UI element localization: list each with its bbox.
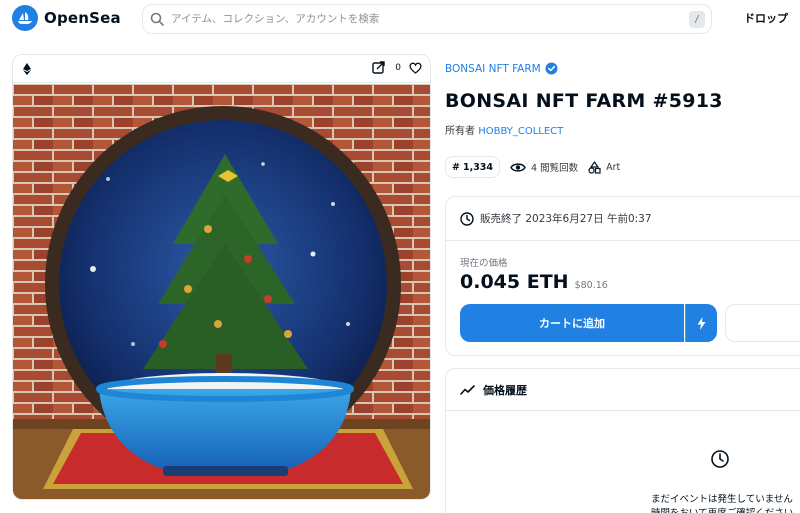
search-shortcut-key: /	[689, 11, 705, 28]
empty-history-text: まだイベントは発生していません	[651, 494, 793, 505]
lightning-icon	[697, 316, 706, 330]
views-stat: 4 閲覧回数	[510, 160, 578, 174]
buy-now-button[interactable]	[685, 304, 717, 342]
owner-row: 所有者 HOBBY_COLLECT	[445, 122, 563, 137]
eye-icon	[510, 162, 526, 172]
collection-name: BONSAI NFT FARM	[445, 62, 541, 75]
top-header: OpenSea / ドロップ	[0, 0, 800, 40]
owner-link[interactable]: HOBBY_COLLECT	[478, 126, 563, 137]
hash-icon: #	[452, 161, 460, 173]
sale-end-row: 販売終了 2023年6月27日 午前0:37	[446, 197, 800, 241]
search-bar[interactable]: /	[142, 4, 712, 34]
empty-clock-icon	[711, 450, 729, 468]
category-stat[interactable]: Art	[588, 160, 621, 174]
search-icon	[150, 12, 164, 26]
clock-icon	[460, 211, 474, 226]
nav-drops-link[interactable]: ドロップ	[744, 10, 788, 26]
price-usd: $80.16	[574, 280, 608, 291]
opensea-logo-icon	[12, 5, 38, 31]
favorite-count: 0	[395, 62, 401, 73]
shapes-icon	[588, 160, 601, 174]
price-history-title: 価格履歴	[483, 383, 527, 397]
logo-text: OpenSea	[44, 9, 121, 27]
opensea-logo[interactable]: OpenSea	[12, 5, 121, 31]
rank-value: 1,334	[462, 161, 494, 173]
add-to-cart-button[interactable]: カートに追加	[460, 304, 684, 342]
make-offer-button[interactable]	[725, 304, 800, 342]
rank-badge[interactable]: # 1,334	[445, 156, 501, 178]
owner-label: 所有者	[445, 126, 475, 137]
external-link-icon[interactable]	[372, 61, 385, 74]
price-history-card: 価格履歴 まだイベントは発生していません 時間をおいて再度ご確認ください。	[445, 368, 800, 513]
category-name: Art	[606, 161, 621, 173]
price-card: 販売終了 2023年6月27日 午前0:37 現在の価格 0.045 ETH $…	[445, 196, 800, 356]
search-input[interactable]	[171, 13, 671, 25]
current-price: 0.045 ETH $80.16	[460, 271, 608, 293]
trend-chart-icon	[460, 384, 475, 395]
heart-icon[interactable]	[409, 62, 422, 74]
collection-link[interactable]: BONSAI NFT FARM	[445, 62, 558, 75]
image-card-toolbar: 0	[13, 55, 430, 83]
item-title: BONSAI NFT FARM #5913	[445, 90, 723, 112]
sale-end-text: 販売終了 2023年6月27日 午前0:37	[480, 213, 652, 225]
nft-image-card: 0	[12, 54, 431, 500]
price-history-header[interactable]: 価格履歴	[446, 369, 800, 411]
price-eth: 0.045 ETH	[460, 271, 569, 293]
nft-artwork-image[interactable]	[13, 84, 431, 500]
empty-history-hint: 時間をおいて再度ご確認ください。	[651, 505, 800, 513]
current-price-label: 現在の価格	[460, 258, 508, 269]
item-stats: # 1,334 4 閲覧回数 Art	[445, 156, 620, 178]
ethereum-icon	[23, 63, 31, 75]
views-count: 4 閲覧回数	[531, 163, 579, 174]
verified-badge-icon	[545, 62, 558, 75]
